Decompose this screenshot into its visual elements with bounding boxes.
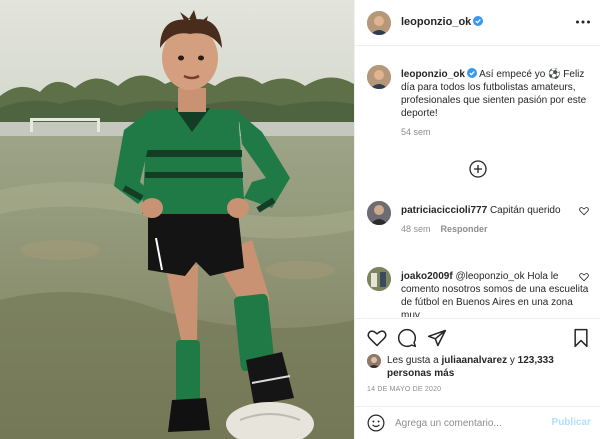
load-more-icon[interactable] xyxy=(469,160,487,178)
reply-button[interactable]: Responder xyxy=(441,224,488,234)
caption-username[interactable]: leoponzio_ok xyxy=(401,69,465,80)
comment-username[interactable]: patriciaciccioli777 xyxy=(401,205,487,216)
likes-text: Les gusta a juliaanalvarez y 123,333 per… xyxy=(387,354,587,380)
verified-badge-icon xyxy=(473,16,484,26)
author-username[interactable]: leoponzio_ok xyxy=(401,16,484,28)
caption-text-block: leoponzio_ok Así empecé yo ⚽ Feliz día p… xyxy=(401,68,591,139)
commenter-avatar[interactable] xyxy=(367,201,391,225)
comment-username[interactable]: joako2009f xyxy=(401,271,453,282)
more-options-icon[interactable] xyxy=(575,14,591,30)
post-date[interactable]: 14 DE MAYO DE 2020 xyxy=(367,386,441,393)
comments-section[interactable]: leoponzio_ok Así empecé yo ⚽ Feliz día p… xyxy=(355,47,600,317)
like-comment-heart-icon[interactable] xyxy=(579,272,589,282)
commenter-avatar[interactable] xyxy=(367,267,391,291)
caption-time[interactable]: 54 sem xyxy=(401,127,431,137)
caption-meta: 54 sem xyxy=(401,126,591,139)
publish-button[interactable]: Publicar xyxy=(552,417,591,428)
comment-meta: 48 sem Responder xyxy=(401,223,591,236)
post-photo[interactable] xyxy=(0,0,354,439)
caption-avatar[interactable] xyxy=(367,65,391,89)
comment-text-block: patriciaciccioli777 Capitán querido 48 s… xyxy=(401,204,591,236)
comment-icon[interactable] xyxy=(397,328,417,348)
likes-prefix: Les gusta a xyxy=(387,355,439,366)
comment-input[interactable] xyxy=(395,415,545,431)
likes-connector: y xyxy=(507,355,518,366)
share-icon[interactable] xyxy=(427,328,447,348)
comment-composer: Publicar xyxy=(355,406,600,439)
emoji-icon[interactable] xyxy=(367,414,385,432)
post-actions: Les gusta a juliaanalvarez y 123,333 per… xyxy=(355,318,600,414)
author-avatar[interactable] xyxy=(367,11,391,35)
comment-text-block: joako2009f @leoponzio_ok Hola le comento… xyxy=(401,270,591,317)
liker-avatar[interactable] xyxy=(367,354,381,368)
post-header: leoponzio_ok xyxy=(355,0,600,46)
post-details-panel: leoponzio_ok leoponzio_ok Así empecé yo … xyxy=(354,0,600,439)
liker-username[interactable]: juliaanalvarez xyxy=(442,355,508,366)
comment-text: Capitán querido xyxy=(489,205,561,216)
like-comment-heart-icon[interactable] xyxy=(579,206,589,216)
bookmark-icon[interactable] xyxy=(571,328,591,348)
comment-time[interactable]: 48 sem xyxy=(401,224,431,234)
verified-badge-icon xyxy=(466,68,477,78)
photo-boy-football-kit xyxy=(0,0,354,439)
heart-icon[interactable] xyxy=(367,328,387,348)
